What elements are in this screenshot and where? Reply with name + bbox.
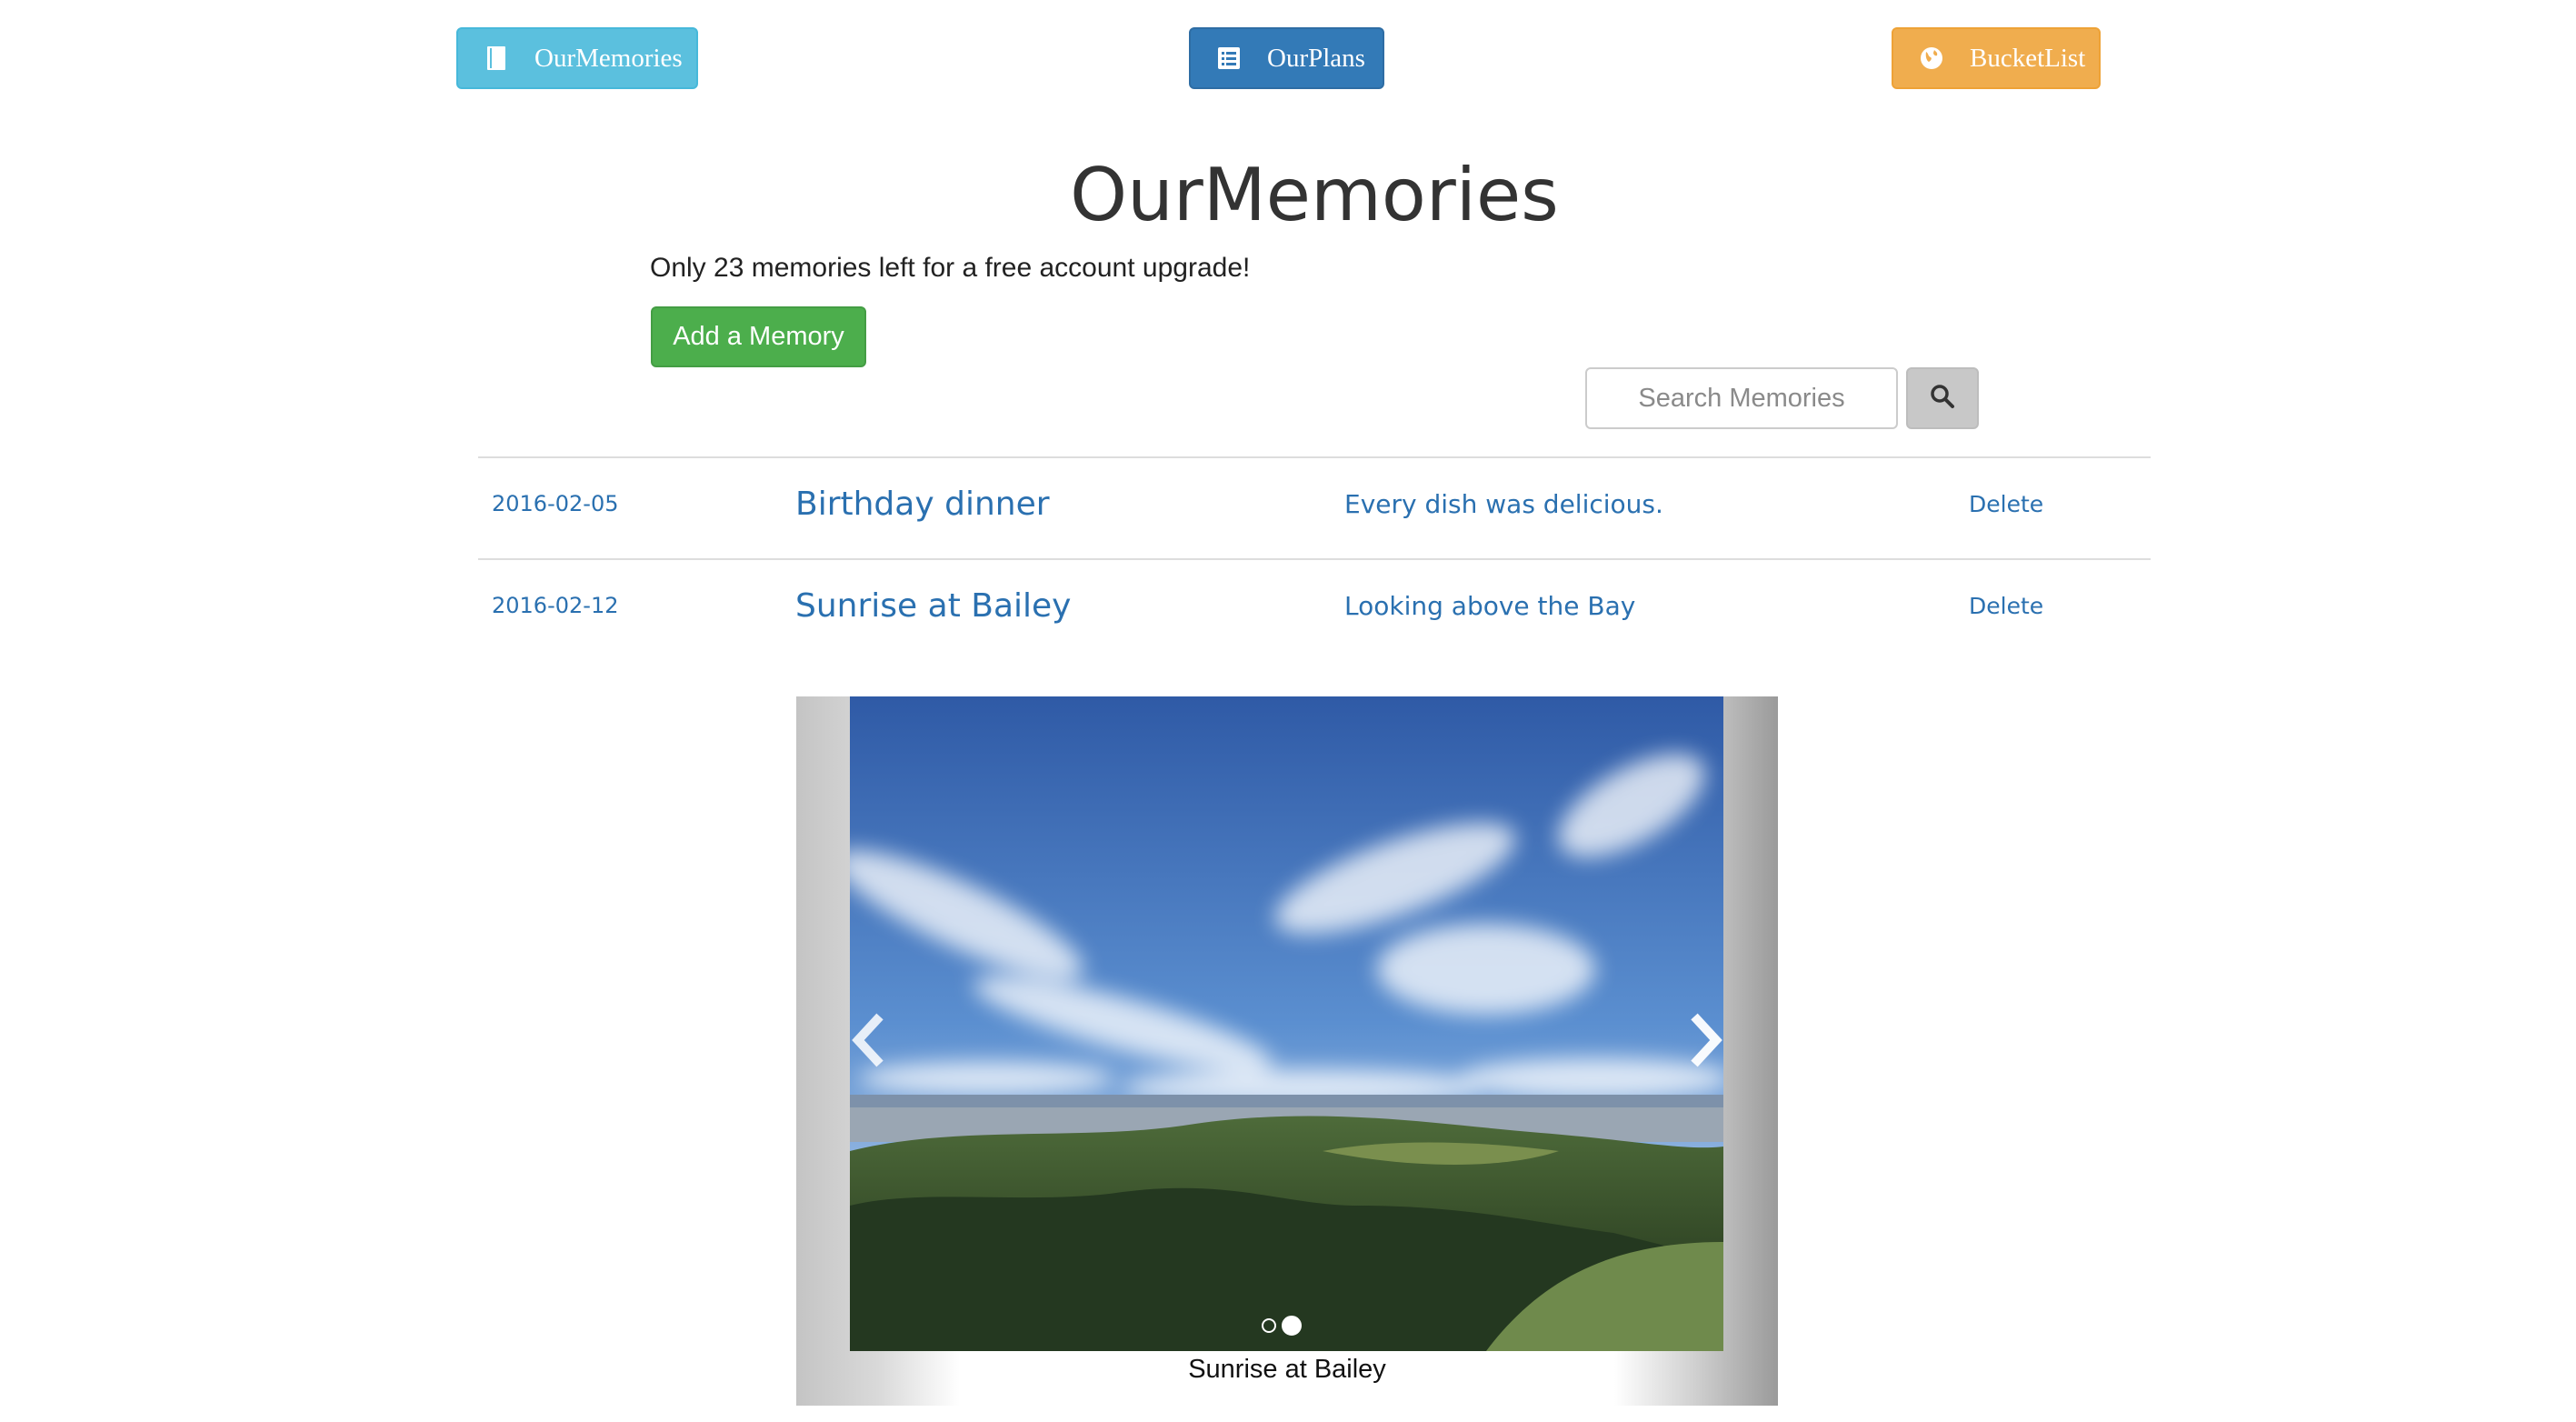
nav-ourmemories-label: OurMemories: [534, 43, 683, 73]
page: OurMemories OurPlans BucketList OurMemor…: [0, 0, 2576, 1422]
upgrade-note: Only 23 memories left for a free account…: [650, 253, 1251, 283]
list-alt-icon: [1216, 45, 1242, 72]
carousel-prev-button[interactable]: [837, 1006, 901, 1078]
book-icon: [484, 45, 509, 72]
nav-bucketlist-button[interactable]: BucketList: [1892, 27, 2101, 89]
nav-bucketlist-label: BucketList: [1970, 43, 2086, 73]
table-row: 2016-02-05 Birthday dinner Every dish wa…: [478, 458, 2151, 558]
nav-ourplans-label: OurPlans: [1267, 43, 1365, 73]
memory-description[interactable]: Looking above the Bay: [1344, 591, 1635, 621]
page-title: OurMemories: [1070, 153, 1559, 237]
carousel-indicator-2[interactable]: [1282, 1316, 1302, 1336]
carousel-indicators: [1262, 1316, 1302, 1336]
table-row: 2016-02-12 Sunrise at Bailey Looking abo…: [478, 560, 2151, 660]
globe-icon: [1919, 45, 1944, 72]
memory-date[interactable]: 2016-02-05: [492, 491, 618, 516]
delete-memory-link[interactable]: Delete: [1969, 491, 2043, 517]
delete-memory-link[interactable]: Delete: [1969, 593, 2043, 619]
carousel-next-button[interactable]: [1673, 1006, 1737, 1078]
memory-title[interactable]: Sunrise at Bailey: [795, 587, 1071, 625]
search-icon: [1930, 384, 1955, 414]
add-memory-button[interactable]: Add a Memory: [651, 306, 866, 367]
nav-ourplans-button[interactable]: OurPlans: [1189, 27, 1384, 89]
search-button[interactable]: [1906, 367, 1979, 429]
carousel-caption: Sunrise at Bailey: [1188, 1355, 1386, 1384]
memory-description[interactable]: Every dish was delicious.: [1344, 489, 1663, 519]
search-input[interactable]: [1585, 367, 1898, 429]
photo-carousel: Sunrise at Bailey: [796, 696, 1778, 1406]
memory-date[interactable]: 2016-02-12: [492, 593, 618, 618]
chevron-left-icon: [849, 1011, 889, 1074]
nav-ourmemories-button[interactable]: OurMemories: [456, 27, 698, 89]
carousel-photo: [850, 696, 1723, 1351]
carousel-indicator-1[interactable]: [1262, 1318, 1276, 1333]
chevron-right-icon: [1685, 1011, 1725, 1074]
memory-title[interactable]: Birthday dinner: [795, 486, 1050, 523]
